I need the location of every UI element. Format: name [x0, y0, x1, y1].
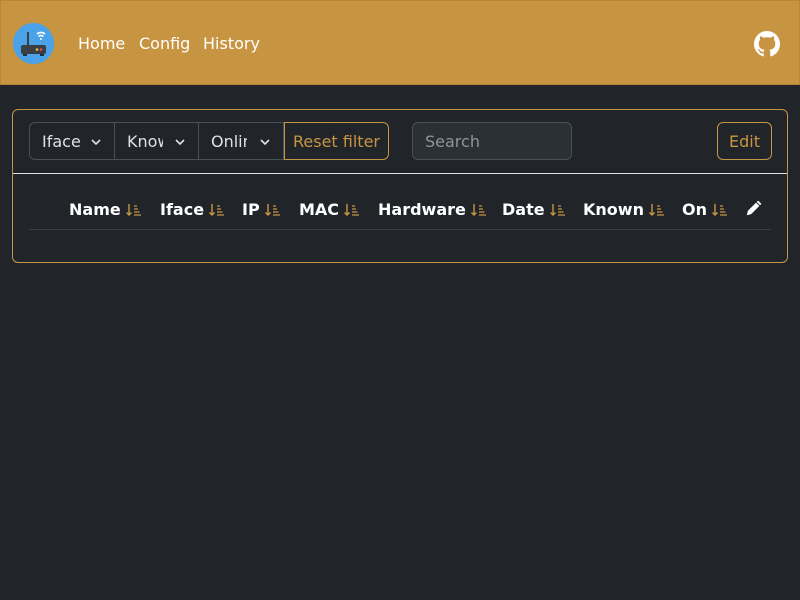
sort-down-icon [209, 203, 225, 216]
router-wifi-icon[interactable] [13, 23, 54, 64]
sort-down-icon [470, 203, 486, 216]
iface-filter-select[interactable]: Iface [29, 122, 115, 160]
column-header-date[interactable]: Date [502, 200, 565, 219]
sort-down-icon [648, 203, 664, 216]
search-input[interactable] [412, 122, 572, 160]
column-label: Hardware [378, 200, 466, 219]
sort-down-icon [344, 203, 360, 216]
column-header-known[interactable]: Known [583, 200, 664, 219]
column-label: Known [583, 200, 644, 219]
pencil-icon[interactable] [746, 200, 762, 216]
devices-card: Iface Known Online Reset filter Edit Nam… [12, 109, 788, 263]
column-label: IP [242, 200, 260, 219]
column-header-name[interactable]: Name [69, 200, 141, 219]
reset-filter-button[interactable]: Reset filter [284, 122, 389, 160]
iface-filter-value: Iface [42, 131, 81, 151]
column-header-hardware[interactable]: Hardware [378, 200, 486, 219]
nav-link-history[interactable]: History [203, 34, 260, 54]
column-label: On [682, 200, 707, 219]
chevron-down-icon [260, 139, 270, 146]
chevron-down-icon [91, 139, 101, 146]
column-label: MAC [299, 200, 340, 219]
table-header: Name Iface IP MAC Hardware Date Known On [29, 186, 771, 230]
column-label: Iface [160, 200, 205, 219]
github-icon[interactable] [754, 31, 780, 57]
nav-link-config[interactable]: Config [139, 34, 190, 54]
divider [13, 173, 787, 174]
column-label: Name [69, 200, 121, 219]
sort-down-icon [264, 203, 280, 216]
column-header-mac[interactable]: MAC [299, 200, 360, 219]
nav-link-home[interactable]: Home [78, 34, 125, 54]
edit-button[interactable]: Edit [717, 122, 772, 160]
column-header-ip[interactable]: IP [242, 200, 280, 219]
sort-down-icon [125, 203, 141, 216]
online-filter-value: Online [211, 131, 247, 151]
navbar: Home Config History [0, 0, 800, 85]
column-header-on[interactable]: On [682, 200, 727, 219]
column-header-iface[interactable]: Iface [160, 200, 225, 219]
sort-down-icon [549, 203, 565, 216]
sort-down-icon [712, 203, 727, 216]
filter-group: Iface Known Online Reset filter [29, 122, 389, 160]
online-filter-select[interactable]: Online [199, 122, 284, 160]
column-label: Date [502, 200, 545, 219]
known-filter-value: Known [127, 131, 163, 151]
chevron-down-icon [175, 139, 185, 146]
known-filter-select[interactable]: Known [115, 122, 199, 160]
